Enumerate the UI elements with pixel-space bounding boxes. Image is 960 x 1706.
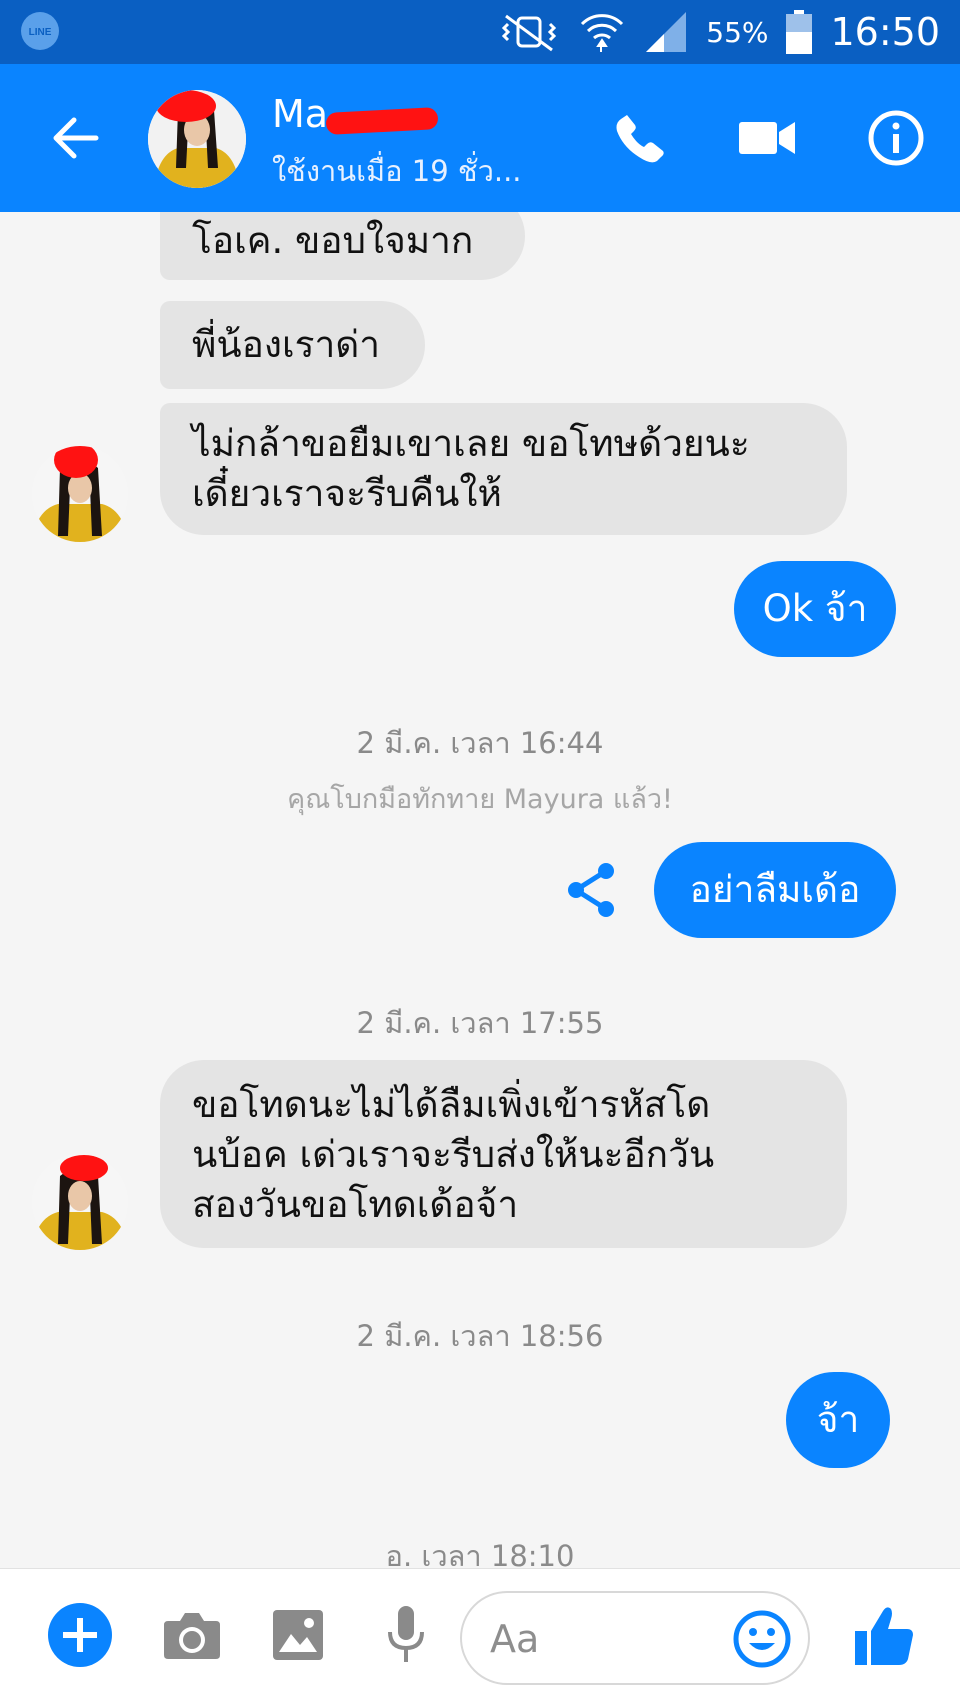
incoming-message[interactable]: พี่น้องเราด่า [160,301,425,389]
contact-photo [148,90,246,188]
message-input[interactable] [490,1611,710,1667]
message-input-wrapper [460,1591,810,1685]
video-call-button[interactable] [734,104,802,172]
message-composer [0,1568,960,1706]
message-text: โอเค. ขอบใจมาก [192,219,474,262]
incoming-message[interactable]: ขอโทดนะไม่ได้ลืมเพิ่งเข้ารหัสโด นบ้อค เด… [160,1060,847,1248]
message-line: เดี๋ยวเราจะรีบคืนให้ [192,472,502,515]
timestamp: อ. เวลา 18:10 [385,1539,575,1568]
more-actions-button[interactable] [42,1597,118,1673]
battery-icon [786,10,813,54]
redaction-mark [325,107,439,135]
camera-button[interactable] [154,1597,230,1673]
gallery-button[interactable] [260,1597,336,1673]
info-icon [868,110,924,166]
back-arrow-icon[interactable] [48,108,108,168]
message-line: สองวันขอโทดเด้อจ้า [192,1183,519,1226]
svg-text:LINE: LINE [29,27,52,38]
battery-percent: 55% [706,15,769,49]
plus-icon [48,1603,112,1667]
like-button[interactable] [846,1597,922,1673]
outgoing-message[interactable]: Ok จ้า [734,561,896,657]
message-line: ไม่กล้าขอยืมเขาเลย ขอโทษด้วยนะ [192,422,750,465]
emoji-icon[interactable] [732,1609,792,1669]
thumbs-up-icon [855,1607,913,1665]
phone-icon [616,115,664,163]
status-bar: LINE 55% 16:50 [0,0,960,64]
outgoing-message[interactable]: อย่าลืมเด้อ [654,842,896,938]
info-button[interactable] [862,104,930,172]
contact-avatar[interactable] [32,446,128,542]
line-app-icon: LINE [21,12,59,50]
wave-notice: คุณโบกมือทักทาย Mayura แล้ว! [287,784,673,815]
signal-icon [646,12,687,52]
wifi-icon [581,14,624,52]
clock: 16:50 [830,10,940,54]
message-list[interactable]: โอเค. ขอบใจมาก พี่น้องเราด่า ไม่กล้าขอยื… [0,212,960,1568]
call-button[interactable] [606,104,674,172]
image-icon [273,1610,323,1660]
message-text: อย่าลืมเด้อ [689,868,861,911]
message-text: Ok จ้า [762,587,868,630]
message-line: นบ้อค เด่วเราจะรีบส่งให้นะอีกวัน [192,1133,715,1176]
video-camera-icon [739,122,795,154]
microphone-icon [388,1606,424,1662]
chat-header: Ma ใช้งานเมื่อ 19 ชั่ว... [0,64,960,212]
contact-name: Ma [272,92,329,136]
contact-photo [32,1154,128,1250]
share-icon[interactable] [564,861,618,919]
mute-vibrate-icon [502,14,557,52]
timestamp: 2 มี.ค. เวลา 18:56 [356,1319,604,1353]
camera-icon [164,1613,220,1659]
contact-photo [32,446,128,542]
contact-avatar[interactable] [148,90,246,188]
message-line: ขอโทดนะไม่ได้ลืมเพิ่งเข้ารหัสโด [192,1083,711,1126]
voice-button[interactable] [368,1597,444,1673]
incoming-message[interactable]: ไม่กล้าขอยืมเขาเลย ขอโทษด้วยนะ เดี๋ยวเรา… [160,403,847,535]
timestamp: 2 มี.ค. เวลา 17:55 [356,1006,604,1040]
outgoing-message[interactable]: จ้า [786,1372,890,1468]
active-status: ใช้งานเมื่อ 19 ชั่ว... [272,154,522,188]
timestamp: 2 มี.ค. เวลา 16:44 [356,726,604,760]
contact-avatar[interactable] [32,1154,128,1250]
message-text: พี่น้องเราด่า [192,323,381,366]
incoming-message[interactable]: โอเค. ขอบใจมาก [160,212,525,280]
message-text: จ้า [816,1398,860,1441]
